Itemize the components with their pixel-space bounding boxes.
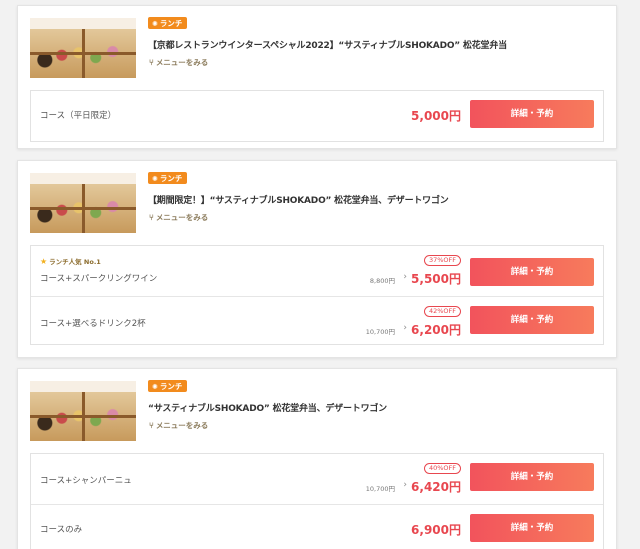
star-icon: ★ <box>40 257 48 266</box>
plan-row: ★ ランチ人気 No.1 コース+スパークリングワイン 37%OFF 8,800円… <box>31 246 603 296</box>
chevron-right-icon: › <box>403 480 407 490</box>
chevron-right-icon: › <box>403 272 407 282</box>
course-title[interactable]: 【期間限定！】“サスティナブルSHOKADO” 松花堂弁当、デザートワゴン <box>148 193 608 206</box>
sun-icon: ✺ <box>152 175 158 183</box>
fork-knife-icon: ⑂ <box>149 58 154 67</box>
plan-card: ✺ ランチ “サスティナブルSHOKADO” 松花堂弁当、デザートワゴン ⑂ メニュ… <box>17 368 617 549</box>
plan-name: コース（平日限定） <box>40 111 117 121</box>
lunch-badge: ✺ ランチ <box>148 17 188 29</box>
badge-label: ランチ <box>159 174 183 183</box>
card-header: ✺ ランチ “サスティナブルSHOKADO” 松花堂弁当、デザートワゴン ⑂ メニュ… <box>18 369 616 453</box>
lunch-badge: ✺ ランチ <box>148 172 188 184</box>
original-price: 8,800円 <box>369 277 395 285</box>
original-price: 10,700円 <box>365 485 395 493</box>
plan-name: コース+スパークリングワイン <box>40 274 158 284</box>
plan-row: コース+シャンパーニュ 40%OFF 10,700円 › 6,420円 詳細・予… <box>31 454 603 504</box>
card-header: ✺ ランチ 【期間限定！】“サスティナブルSHOKADO” 松花堂弁当、デザートワ… <box>18 161 616 245</box>
discount-badge: 37%OFF <box>423 255 461 266</box>
view-menu-link[interactable]: ⑂ メニューをみる <box>149 420 208 431</box>
fork-knife-icon: ⑂ <box>149 213 154 222</box>
fork-knife-icon: ⑂ <box>149 421 154 430</box>
course-thumbnail[interactable] <box>30 18 136 78</box>
sun-icon: ✺ <box>152 383 158 391</box>
plan-list: ★ ランチ人気 No.1 コース+スパークリングワイン 37%OFF 8,800円… <box>30 245 604 345</box>
chevron-right-icon: › <box>403 323 407 333</box>
badge-label: ランチ <box>159 19 183 28</box>
detail-reserve-button[interactable]: 詳細・予約 <box>470 306 594 334</box>
discount-badge: 40%OFF <box>423 463 461 474</box>
plan-price: 6,420円 <box>411 480 461 494</box>
plan-name: コース+シャンパーニュ <box>40 476 132 486</box>
plan-row: コース+選べるドリンク2杯 42%OFF 10,700円 › 6,200円 詳細… <box>31 296 603 344</box>
course-title[interactable]: “サスティナブルSHOKADO” 松花堂弁当、デザートワゴン <box>148 401 608 414</box>
plan-card: ✺ ランチ 【期間限定！】“サスティナブルSHOKADO” 松花堂弁当、デザートワ… <box>17 160 617 358</box>
course-thumbnail[interactable] <box>30 173 136 233</box>
sun-icon: ✺ <box>152 20 158 28</box>
rank-label: ランチ人気 No.1 <box>49 258 101 266</box>
badge-label: ランチ <box>159 382 183 391</box>
view-menu-link[interactable]: ⑂ メニューをみる <box>149 212 208 223</box>
discount-badge: 42%OFF <box>423 306 461 317</box>
course-title[interactable]: 【京都レストランウインタースペシャル2022】“サスティナブルSHOKADO” … <box>148 38 608 51</box>
lunch-badge: ✺ ランチ <box>148 380 188 392</box>
plan-price: 5,000円 <box>411 109 461 123</box>
view-menu-label: メニューをみる <box>155 213 209 222</box>
plan-row: コース（平日限定） 5,000円 詳細・予約 <box>31 91 603 141</box>
plan-name: コース+選べるドリンク2杯 <box>40 319 146 329</box>
original-price: 10,700円 <box>365 328 395 336</box>
detail-reserve-button[interactable]: 詳細・予約 <box>470 100 594 128</box>
plan-price: 6,200円 <box>411 323 461 337</box>
plan-price: 5,500円 <box>411 272 461 286</box>
card-header: ✺ ランチ 【京都レストランウインタースペシャル2022】“サスティナブルSHOK… <box>18 6 616 90</box>
plan-list: コース（平日限定） 5,000円 詳細・予約 <box>30 90 604 142</box>
plan-row: コースのみ 6,900円 詳細・予約 <box>31 504 603 549</box>
plan-card: ✺ ランチ 【京都レストランウインタースペシャル2022】“サスティナブルSHOK… <box>17 5 617 149</box>
detail-reserve-button[interactable]: 詳細・予約 <box>470 258 594 286</box>
course-thumbnail[interactable] <box>30 381 136 441</box>
view-menu-link[interactable]: ⑂ メニューをみる <box>149 57 208 68</box>
plan-list: コース+シャンパーニュ 40%OFF 10,700円 › 6,420円 詳細・予… <box>30 453 604 549</box>
detail-reserve-button[interactable]: 詳細・予約 <box>470 463 594 491</box>
view-menu-label: メニューをみる <box>155 421 209 430</box>
detail-reserve-button[interactable]: 詳細・予約 <box>470 514 594 542</box>
plan-name: コースのみ <box>40 525 83 535</box>
view-menu-label: メニューをみる <box>155 58 209 67</box>
popularity-rank: ★ ランチ人気 No.1 <box>40 256 101 266</box>
plan-price: 6,900円 <box>411 523 461 537</box>
